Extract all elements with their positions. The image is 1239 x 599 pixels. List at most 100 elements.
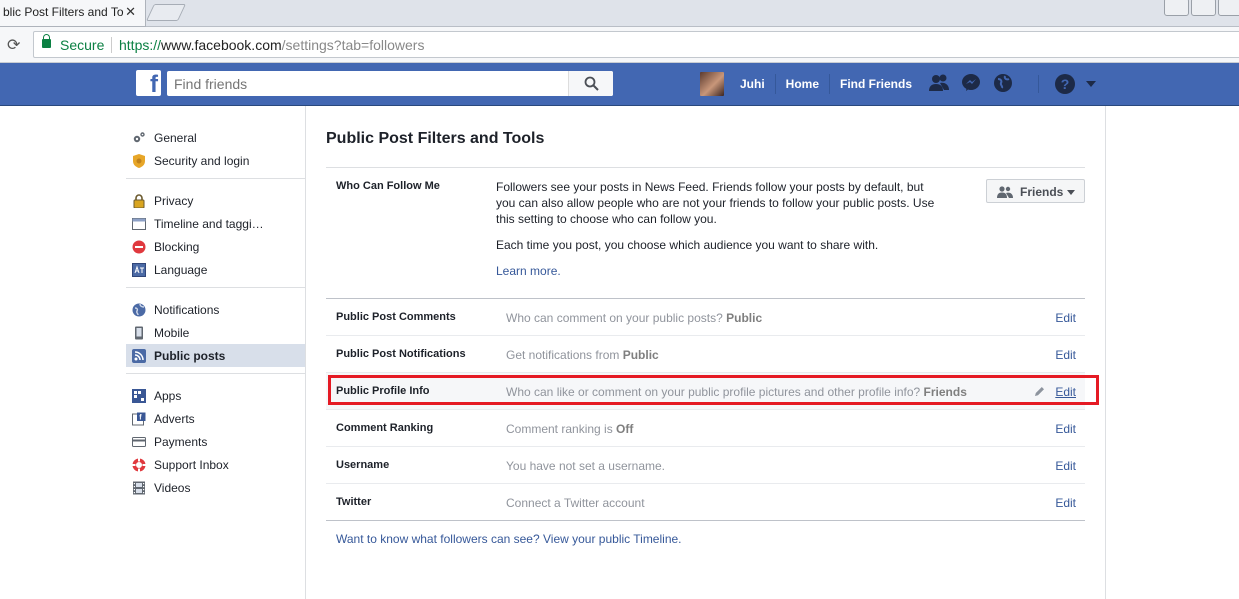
sidebar-item-security[interactable]: Security and login xyxy=(126,149,305,172)
sidebar-item-notifications[interactable]: Notifications xyxy=(126,298,305,321)
setting-row-public-post-notifications[interactable]: Public Post Notifications Get notificati… xyxy=(326,336,1085,373)
secure-label: Secure xyxy=(60,37,105,53)
edit-link[interactable]: Edit xyxy=(1055,459,1076,473)
audience-selector-label: Friends xyxy=(1020,185,1064,199)
summary-text: You have not set a username. xyxy=(506,459,665,473)
setting-row-username[interactable]: Username You have not set a username. Ed… xyxy=(326,447,1085,484)
summary-value: Public xyxy=(622,348,659,362)
setting-row-public-post-comments[interactable]: Public Post Comments Who can comment on … xyxy=(326,299,1085,336)
badge-icon xyxy=(132,153,146,168)
sidebar-group: General Security and login xyxy=(126,124,305,179)
column-divider xyxy=(1105,106,1106,599)
lifebuoy-icon xyxy=(132,458,146,472)
search-button[interactable] xyxy=(568,71,613,96)
sidebar-item-apps[interactable]: Apps xyxy=(126,384,305,407)
reload-icon[interactable]: ⟳ xyxy=(7,35,20,55)
page-title: Public Post Filters and Tools xyxy=(326,130,545,147)
search-input[interactable] xyxy=(167,71,567,96)
sidebar-item-timeline[interactable]: Timeline and taggi… xyxy=(126,212,305,235)
sidebar-item-general[interactable]: General xyxy=(126,126,305,149)
setting-label: Comment Ranking xyxy=(336,422,434,434)
sidebar-item-label: Language xyxy=(154,262,208,277)
setting-summary: Who can like or comment on your public p… xyxy=(506,385,967,399)
minimize-icon[interactable] xyxy=(1191,0,1216,16)
view-public-timeline-link[interactable]: Want to know what followers can see? Vie… xyxy=(336,532,682,546)
sidebar-item-payments[interactable]: Payments xyxy=(126,430,305,453)
search-box xyxy=(167,71,613,96)
friends-icon xyxy=(997,186,1013,201)
sidebar-item-label: Adverts xyxy=(154,411,195,426)
column-divider xyxy=(305,106,306,599)
language-icon xyxy=(132,262,146,277)
browser-tab[interactable]: blic Post Filters and To ✕ xyxy=(0,0,146,27)
sidebar-item-language[interactable]: Language xyxy=(126,258,305,281)
setting-row-twitter[interactable]: Twitter Connect a Twitter account Edit xyxy=(326,484,1085,521)
facebook-logo-icon[interactable]: f xyxy=(136,70,161,96)
home-link[interactable]: Home xyxy=(776,74,831,94)
notifications-globe-icon[interactable] xyxy=(992,72,1014,94)
setting-row-public-profile-info[interactable]: Public Profile Info Who can like or comm… xyxy=(326,373,1099,410)
sidebar-item-videos[interactable]: Videos xyxy=(126,476,305,499)
edit-link[interactable]: Edit xyxy=(1055,385,1076,399)
sidebar-item-adverts[interactable]: f Adverts xyxy=(126,407,305,430)
setting-label: Public Profile Info xyxy=(336,385,430,397)
new-tab-button[interactable] xyxy=(146,4,186,21)
summary-value: Off xyxy=(616,422,634,436)
setting-label: Username xyxy=(336,459,390,471)
messenger-icon[interactable] xyxy=(960,72,982,94)
sidebar-item-mobile[interactable]: Mobile xyxy=(126,321,305,344)
settings-list: Public Post Comments Who can comment on … xyxy=(326,298,1099,521)
setting-label: Twitter xyxy=(336,496,372,508)
close-icon[interactable]: ✕ xyxy=(125,4,136,20)
maximize-icon[interactable] xyxy=(1218,0,1239,16)
block-icon xyxy=(132,240,146,254)
help-icon[interactable]: ? xyxy=(1055,74,1075,94)
edit-link[interactable]: Edit xyxy=(1055,311,1076,325)
setting-description: Followers see your posts in News Feed. F… xyxy=(496,179,936,279)
apps-icon xyxy=(132,388,146,403)
summary-text: Who can like or comment on your public p… xyxy=(506,385,924,399)
friend-requests-icon[interactable] xyxy=(928,72,950,94)
account-menu-chevron-down-icon[interactable] xyxy=(1086,81,1096,87)
sidebar-item-label: Notifications xyxy=(154,302,220,317)
window-controls xyxy=(1164,0,1239,16)
sidebar-item-label: Security and login xyxy=(154,153,250,168)
sidebar-item-label: General xyxy=(154,130,197,145)
sidebar-item-public-posts[interactable]: Public posts xyxy=(126,344,305,367)
profile-link[interactable]: Juhi xyxy=(730,74,776,94)
summary-text: Connect a Twitter account xyxy=(506,496,645,510)
learn-more-link[interactable]: Learn more. xyxy=(496,264,561,278)
setting-summary: You have not set a username. xyxy=(506,459,665,473)
sidebar-item-blocking[interactable]: Blocking xyxy=(126,235,305,258)
divider xyxy=(1038,75,1039,93)
setting-row-comment-ranking[interactable]: Comment Ranking Comment ranking is Off E… xyxy=(326,410,1085,447)
audience-selector-button[interactable]: Friends xyxy=(986,179,1085,203)
film-icon xyxy=(132,481,146,495)
avatar[interactable] xyxy=(700,72,724,96)
sidebar-item-label: Apps xyxy=(154,388,182,403)
sidebar-item-support-inbox[interactable]: Support Inbox xyxy=(126,453,305,476)
url-field[interactable]: Secure https://www.facebook.com/settings… xyxy=(33,31,1239,58)
find-friends-link[interactable]: Find Friends xyxy=(830,74,922,94)
sidebar-item-label: Privacy xyxy=(154,193,194,208)
sidebar-item-label: Blocking xyxy=(154,239,200,254)
rss-icon xyxy=(132,348,146,363)
sidebar-item-privacy[interactable]: Privacy xyxy=(126,189,305,212)
setting-summary: Comment ranking is Off xyxy=(506,422,633,436)
user-icon[interactable] xyxy=(1164,0,1189,16)
url-host: www.facebook.com xyxy=(161,37,282,53)
sidebar-item-label: Videos xyxy=(154,480,191,495)
lock-icon xyxy=(42,34,51,48)
setting-label: Public Post Notifications xyxy=(336,348,466,360)
edit-link[interactable]: Edit xyxy=(1055,348,1076,362)
edit-link[interactable]: Edit xyxy=(1055,496,1076,510)
lock-icon xyxy=(132,193,146,208)
chevron-down-icon xyxy=(1067,190,1075,195)
browser-tabstrip: blic Post Filters and To ✕ xyxy=(0,0,1239,27)
setting-label: Who Can Follow Me xyxy=(336,180,440,192)
edit-link[interactable]: Edit xyxy=(1055,422,1076,436)
url-text[interactable]: https://www.facebook.com/settings?tab=fo… xyxy=(119,37,424,53)
sidebar-group: Notifications Mobile Public posts xyxy=(126,296,305,374)
adverts-icon: f xyxy=(132,412,146,426)
timeline-icon xyxy=(132,217,146,231)
